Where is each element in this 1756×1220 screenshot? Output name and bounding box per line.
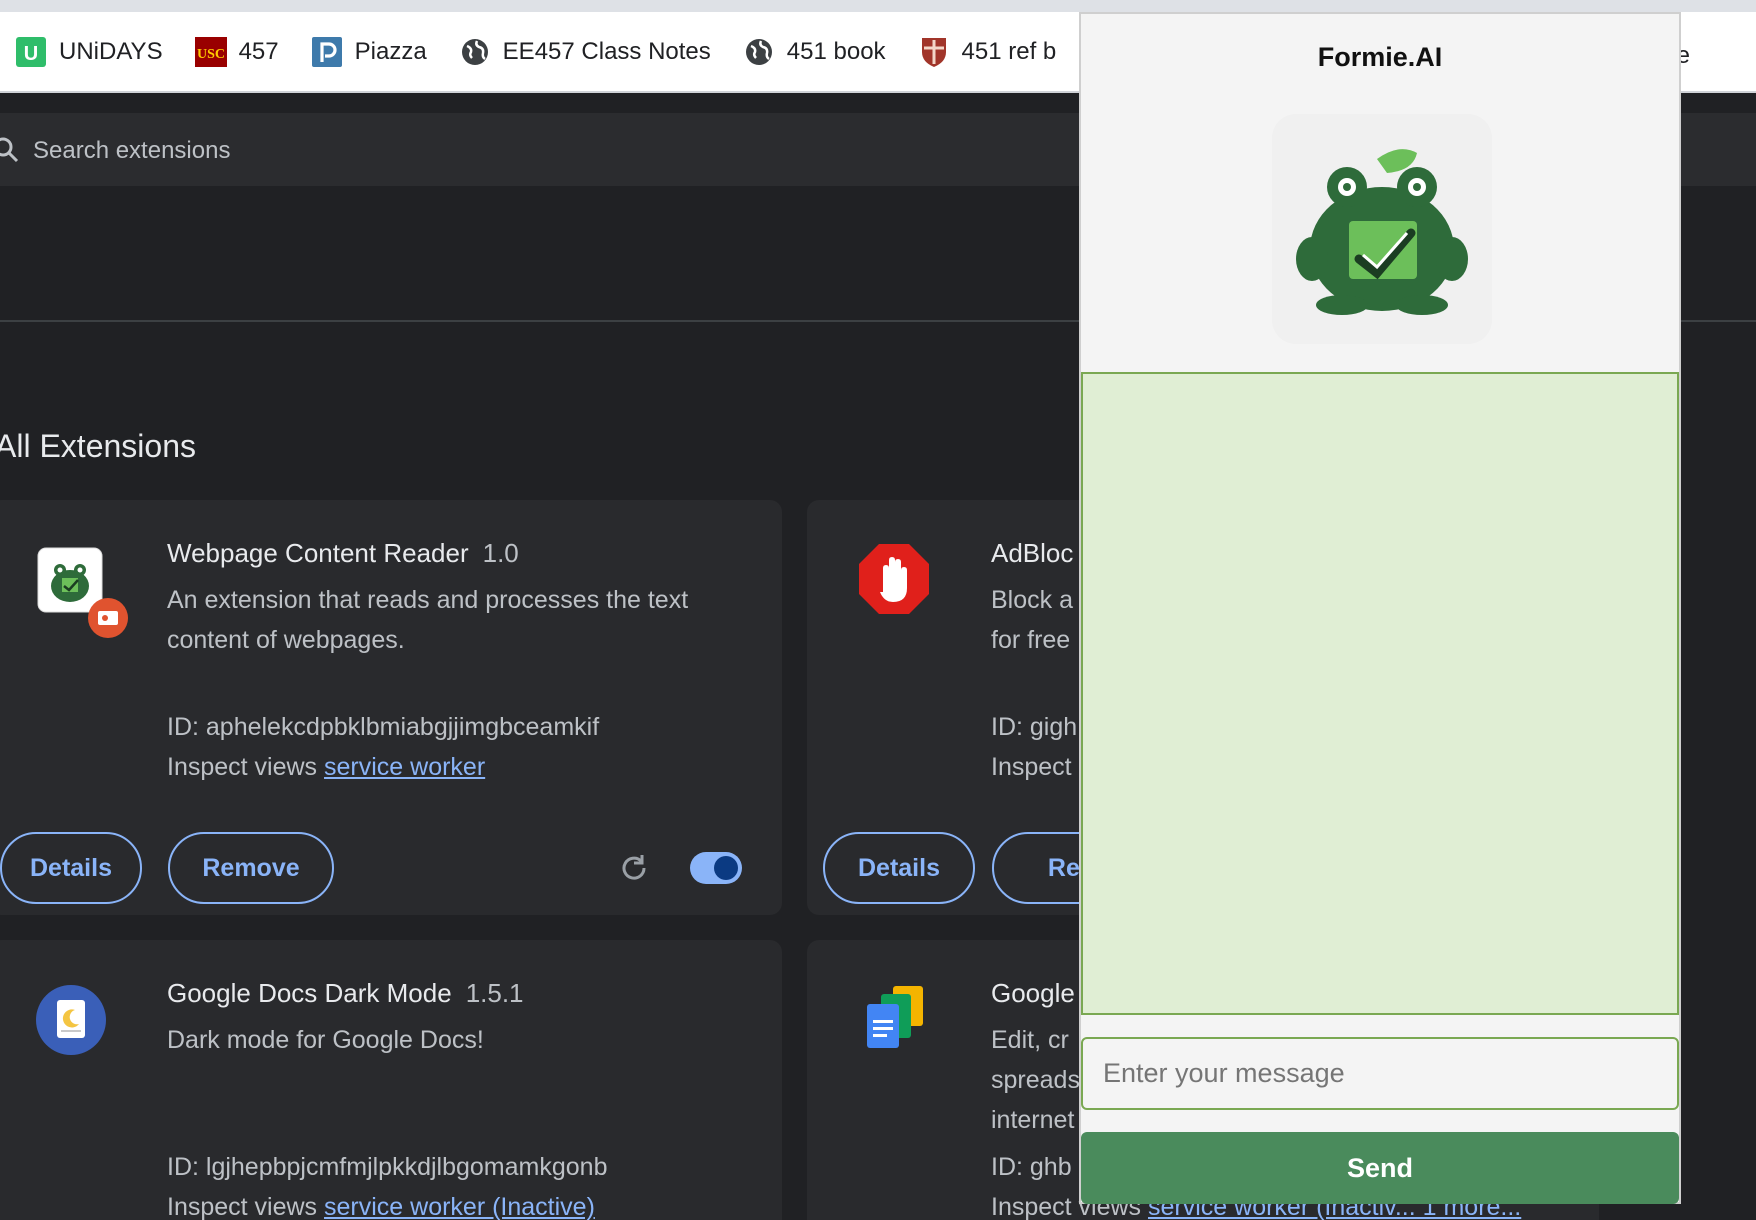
bookmark-451-ref[interactable]: 451 ref b [918,36,1057,68]
formie-frog-icon [36,546,128,643]
extension-version: 1.0 [482,538,519,568]
extension-version: 1.5.1 [465,978,524,1008]
enable-toggle[interactable] [690,852,742,884]
bookmark-label: 457 [238,37,279,65]
details-button[interactable]: Details [0,832,142,904]
extension-card-webpage-content-reader: Webpage Content Reader 1.0 An extension t… [0,500,782,915]
svg-text:USC: USC [197,47,225,62]
extension-description: An extension that reads and processes th… [167,586,689,654]
service-worker-link[interactable]: service worker (Inactive) [324,1193,595,1220]
adblock-hand-icon [857,542,931,621]
bookmark-piazza[interactable]: Piazza [311,36,427,68]
formie-frog-logo-icon [1267,109,1497,349]
extension-id: ID: ghb [991,1153,1072,1181]
extension-name: Google [991,978,1075,1008]
extension-card-google-docs-dark-mode: Google Docs Dark Mode 1.5.1 Dark mode for… [0,940,782,1220]
inspect-label: Inspect views [167,1193,318,1220]
window-top-strip [0,0,1756,12]
bookmark-label: Piazza [354,37,427,65]
google-docs-sheets-icon [861,984,931,1055]
bookmark-label: UNiDAYS [59,37,163,65]
inspect-views: Inspect [991,753,1072,781]
extension-title: Webpage Content Reader [167,538,469,568]
search-input[interactable]: Search extensions [33,137,230,165]
send-button[interactable]: Send [1081,1132,1679,1204]
chat-area [1081,372,1679,1015]
extension-id: ID: lgjhepbpjcmfmjlpkkdjlbgomamkgonb [167,1153,608,1181]
formie-popup: Formie.AI Send [1079,12,1681,1204]
popup-title: Formie.AI [1317,42,1443,72]
docs-dark-mode-icon [35,984,107,1061]
bookmark-label: 451 book [786,37,886,65]
globe-icon [743,36,775,68]
toggle-knob [714,856,738,880]
bookmark-label: 451 ref b [961,37,1057,65]
extension-description: Dark mode for Google Docs! [167,1026,484,1054]
unidays-icon: U [15,36,47,68]
service-worker-link[interactable]: service worker [324,753,485,781]
bookmark-451-book[interactable]: 451 book [743,36,886,68]
shield-crest-icon [918,36,950,68]
extension-title: Google Docs Dark Mode [167,978,452,1008]
remove-button[interactable]: Remove [168,832,334,904]
extension-name: AdBloc [991,538,1074,568]
bookmark-ee457-notes[interactable]: EE457 Class Notes [459,36,711,68]
piazza-icon [311,36,343,68]
message-input[interactable] [1081,1037,1679,1110]
usc-icon: USC [194,36,227,68]
search-icon [0,136,20,169]
bookmark-457[interactable]: USC 457 [194,36,279,68]
extension-id: ID: gigh [991,713,1078,741]
extension-name: Google Docs Dark Mode 1.5.1 [167,978,524,1009]
bookmark-label: EE457 Class Notes [502,37,711,65]
reload-icon[interactable] [618,852,650,889]
section-title: All Extensions [0,428,196,464]
details-button[interactable]: Details [823,832,975,904]
inspect-views: Inspect views service worker (Inactive) [167,1193,595,1220]
inspect-label: Inspect views [167,753,318,781]
extension-id: ID: aphelekcdpbklbmiabgjjimgbceamkif [167,713,600,741]
bookmark-unidays[interactable]: U UNiDAYS [15,36,163,68]
svg-text:U: U [24,43,38,65]
inspect-views: Inspect views service worker [167,753,485,782]
extension-name: Webpage Content Reader 1.0 [167,538,519,569]
globe-icon [459,36,491,68]
